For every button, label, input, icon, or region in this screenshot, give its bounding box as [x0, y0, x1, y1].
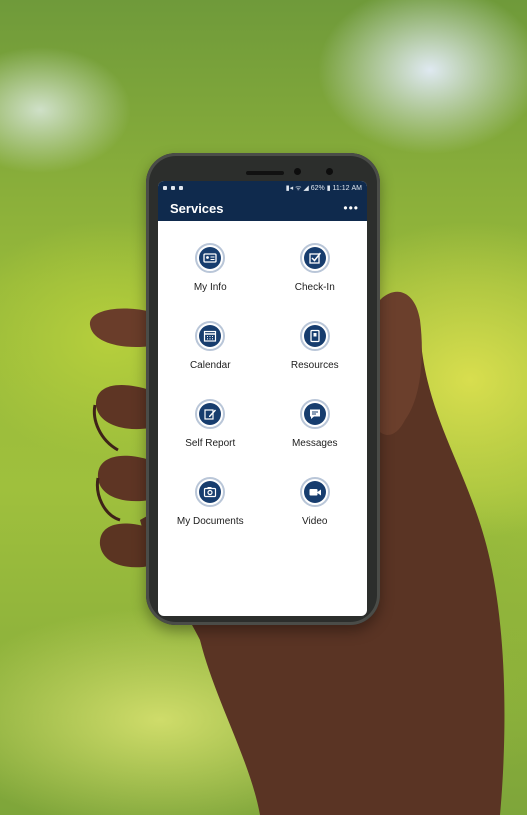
service-video[interactable]: Video — [263, 477, 368, 527]
service-label: My Documents — [176, 516, 244, 527]
id-card-icon — [199, 247, 222, 269]
signal-icon: ▮◂ ᯤ ◢ — [285, 184, 309, 192]
notification-icon — [171, 186, 175, 190]
service-label: Resources — [290, 360, 339, 371]
status-right: ▮◂ ᯤ ◢ 62% ▮ 11:12 AM — [286, 184, 362, 193]
service-my-documents[interactable]: My Documents — [158, 477, 263, 527]
status-bar: ▮◂ ᯤ ◢ 62% ▮ 11:12 AM — [158, 181, 367, 195]
phone-screen: ▮◂ ᯤ ◢ 62% ▮ 11:12 AM Services ••• My In… — [158, 181, 367, 616]
service-my-info[interactable]: My Info — [158, 243, 263, 293]
book-icon — [303, 325, 326, 347]
camera-document-icon — [199, 481, 222, 503]
notification-icons — [163, 186, 183, 190]
phone-speaker — [246, 171, 284, 175]
battery-icon: ▮ — [326, 184, 331, 192]
service-label: My Info — [193, 282, 227, 293]
notification-icon — [179, 186, 183, 190]
service-resources[interactable]: Resources — [263, 321, 368, 371]
phone-front-camera — [294, 168, 301, 175]
service-messages[interactable]: Messages — [263, 399, 368, 449]
phone-sensor — [326, 168, 333, 175]
phone-device: ▮◂ ᯤ ◢ 62% ▮ 11:12 AM Services ••• My In… — [146, 153, 380, 625]
calendar-icon — [199, 325, 222, 347]
service-label: Check-In — [294, 282, 335, 293]
services-grid: My Info Check-In Calendar Resources Self… — [158, 221, 367, 527]
video-camera-icon — [303, 481, 326, 503]
chat-icon — [303, 403, 326, 425]
service-label: Messages — [291, 438, 338, 449]
notification-icon — [163, 186, 167, 190]
service-label: Video — [302, 516, 328, 527]
clock: 11:12 AM — [332, 184, 362, 192]
checkbox-icon — [303, 247, 326, 269]
service-check-in[interactable]: Check-In — [263, 243, 368, 293]
edit-report-icon — [199, 403, 222, 425]
service-calendar[interactable]: Calendar — [158, 321, 263, 371]
battery-level: 62% — [310, 184, 325, 192]
service-self-report[interactable]: Self Report — [158, 399, 263, 449]
service-label: Self Report — [185, 438, 236, 449]
service-label: Calendar — [189, 360, 231, 371]
page-title: Services — [170, 200, 224, 216]
app-bar: Services ••• — [158, 195, 367, 221]
more-options-button[interactable]: ••• — [343, 201, 359, 215]
